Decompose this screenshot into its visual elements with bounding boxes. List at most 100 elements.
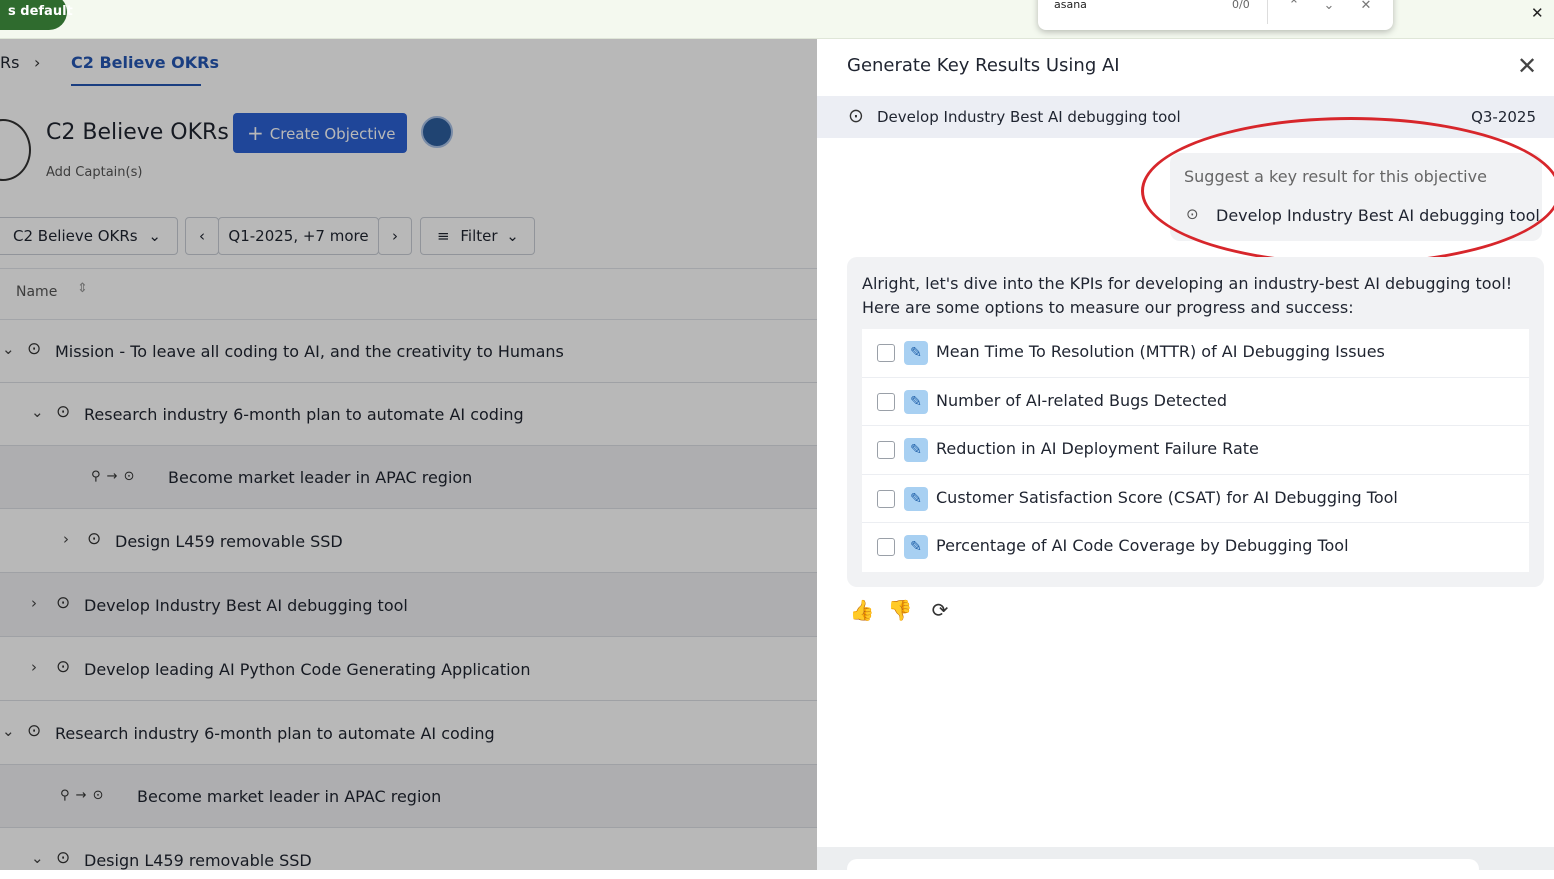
list-item[interactable]: ✎ Reduction in AI Deployment Failure Rat…	[862, 426, 1529, 475]
edit-icon[interactable]: ✎	[904, 486, 928, 511]
generate-key-results-drawer: Generate Key Results Using AI ✕ ⊙ Develo…	[817, 39, 1554, 879]
objective-name[interactable]: Design L459 removable SSD	[84, 851, 312, 870]
filter-button[interactable]: ≡ Filter ⌄	[420, 217, 535, 255]
close-icon[interactable]: ✕	[1517, 53, 1537, 79]
period-label: Q1-2025, +7 more	[228, 227, 369, 245]
chevron-down-icon[interactable]: ⌄	[2, 340, 15, 358]
breadcrumb-parent[interactable]: Rs	[0, 53, 19, 72]
objective-name[interactable]: Develop Industry Best AI debugging tool	[84, 596, 408, 615]
browser-top-strip: s default asana 0/0 ⌃ ⌄ ✕ ✕	[0, 0, 1554, 39]
close-icon[interactable]: ✕	[1531, 4, 1544, 22]
list-item[interactable]: ✎ Mean Time To Resolution (MTTR) of AI D…	[862, 329, 1529, 378]
objective-quarter: Q3-2025	[1471, 108, 1536, 126]
ai-response-intro: Alright, let's dive into the KPIs for de…	[862, 274, 1513, 317]
edit-icon[interactable]: ✎	[904, 535, 928, 559]
table-row[interactable]: ⚲ → ⊙ Become market leader in APAC regio…	[0, 446, 817, 509]
add-captains-link[interactable]: Add Captain(s)	[46, 165, 142, 180]
breadcrumb-current-tab[interactable]: C2 Believe OKRs	[71, 53, 219, 72]
chevron-down-icon[interactable]: ⌄	[2, 722, 15, 740]
target-icon: ⊙	[848, 105, 864, 127]
suggested-key-results-list: ✎ Mean Time To Resolution (MTTR) of AI D…	[862, 329, 1529, 572]
thumbs-down-icon[interactable]: 👎	[884, 594, 916, 626]
sort-icon[interactable]: ⇕	[77, 281, 88, 296]
target-icon: ⊙	[56, 848, 71, 868]
table-header: Name ⇕	[0, 268, 817, 320]
table-row[interactable]: ⚲ → ⊙ Become market leader in APAC regio…	[0, 765, 817, 828]
plus-icon: +	[247, 121, 264, 145]
drawer-title: Generate Key Results Using AI	[847, 55, 1120, 76]
edit-icon[interactable]: ✎	[904, 438, 928, 462]
team-select[interactable]: C2 Believe OKRs ⌄	[0, 217, 178, 255]
key-result-name[interactable]: Become market leader in APAC region	[137, 787, 441, 806]
table-row[interactable]: › ⊙ Design L459 removable SSD	[0, 509, 817, 573]
drawer-footer	[817, 847, 1554, 879]
chevron-right-icon: ›	[392, 227, 398, 245]
team-select-label: C2 Believe OKRs	[13, 227, 138, 245]
objective-name[interactable]: Research industry 6-month plan to automa…	[55, 724, 495, 743]
key-result-label: Reduction in AI Deployment Failure Rate	[936, 439, 1259, 458]
key-result-label: Customer Satisfaction Score (CSAT) for A…	[936, 487, 1398, 507]
table-row[interactable]: ⌄ ⊙ Research industry 6-month plan to au…	[0, 701, 817, 765]
objective-name[interactable]: Research industry 6-month plan to automa…	[84, 405, 524, 424]
target-icon: ⊙	[56, 593, 71, 613]
chevron-right-icon: ›	[34, 53, 41, 72]
find-match-count: 0/0	[1232, 0, 1250, 11]
table-row[interactable]: › ⊙ Develop leading AI Python Code Gener…	[0, 637, 817, 701]
column-header-name[interactable]: Name	[16, 284, 57, 300]
chevron-left-icon: ‹	[199, 227, 205, 245]
active-tab-indicator	[71, 84, 201, 86]
default-badge[interactable]: s default	[0, 0, 73, 30]
edit-icon[interactable]: ✎	[904, 341, 928, 365]
find-previous-icon[interactable]: ⌃	[1284, 0, 1304, 16]
target-icon: ⊙	[27, 339, 42, 359]
chevron-right-icon[interactable]: ›	[63, 530, 69, 548]
key-result-checkbox[interactable]	[877, 538, 895, 556]
key-result-link-icon: ⚲ → ⊙	[91, 469, 136, 484]
objective-name[interactable]: Design L459 removable SSD	[115, 532, 343, 551]
key-result-checkbox[interactable]	[877, 441, 895, 459]
key-result-checkbox[interactable]	[877, 344, 895, 362]
target-icon: ⊙	[27, 721, 42, 741]
period-next-button[interactable]: ›	[378, 217, 412, 255]
thumbs-up-icon[interactable]: 👍	[846, 594, 878, 626]
find-next-icon[interactable]: ⌄	[1319, 0, 1339, 16]
objective-name[interactable]: Mission - To leave all coding to AI, and…	[55, 342, 564, 361]
period-select[interactable]: Q1-2025, +7 more	[218, 217, 379, 255]
find-bar: asana 0/0 ⌃ ⌄ ✕	[1038, 0, 1393, 30]
key-result-label: Number of AI-related Bugs Detected	[936, 390, 1228, 410]
owner-avatar[interactable]	[421, 116, 453, 148]
table-row[interactable]: ⌄ ⊙ Research industry 6-month plan to au…	[0, 383, 817, 446]
key-result-label: Mean Time To Resolution (MTTR) of AI Deb…	[936, 342, 1385, 361]
okr-page: Rs › C2 Believe OKRs C2 Believe OKRs + Cr…	[0, 39, 817, 870]
chevron-down-icon[interactable]: ⌄	[31, 403, 44, 421]
target-icon: ⊙	[87, 529, 102, 549]
chevron-down-icon[interactable]: ⌄	[31, 849, 44, 867]
table-row[interactable]: ⌄ ⊙ Design L459 removable SSD	[0, 828, 817, 870]
edit-icon[interactable]: ✎	[904, 389, 928, 414]
key-result-link-icon: ⚲ → ⊙	[60, 788, 105, 803]
regenerate-icon[interactable]: ⟳	[924, 594, 956, 626]
chevron-right-icon[interactable]: ›	[31, 658, 37, 676]
list-item[interactable]: ✎ Customer Satisfaction Score (CSAT) for…	[862, 475, 1529, 523]
period-prev-button[interactable]: ‹	[185, 217, 219, 255]
create-objective-button[interactable]: + Create Objective	[233, 113, 407, 153]
find-input[interactable]: asana	[1054, 0, 1087, 11]
ai-response-bubble: Alright, let's dive into the KPIs for de…	[847, 257, 1544, 587]
list-item[interactable]: ✎ Number of AI-related Bugs Detected	[862, 378, 1529, 426]
filter-label: Filter	[460, 227, 498, 245]
key-result-label: Percentage of AI Code Coverage by Debugg…	[936, 536, 1349, 555]
table-row[interactable]: › ⊙ Develop Industry Best AI debugging t…	[0, 573, 817, 637]
key-result-checkbox[interactable]	[877, 392, 895, 411]
chat-input[interactable]	[847, 859, 1479, 879]
chevron-right-icon[interactable]: ›	[31, 594, 37, 612]
list-item[interactable]: ✎ Percentage of AI Code Coverage by Debu…	[862, 523, 1529, 572]
objective-name[interactable]: Develop leading AI Python Code Generatin…	[84, 660, 530, 679]
target-icon: ⊙	[56, 657, 71, 677]
team-avatar	[0, 119, 31, 181]
key-result-name[interactable]: Become market leader in APAC region	[168, 468, 472, 487]
find-close-icon[interactable]: ✕	[1356, 0, 1376, 16]
page-title: C2 Believe OKRs	[46, 120, 229, 145]
highlight-annotation	[1141, 117, 1554, 265]
table-row[interactable]: ⌄ ⊙ Mission - To leave all coding to AI,…	[0, 320, 817, 383]
key-result-checkbox[interactable]	[877, 489, 895, 508]
